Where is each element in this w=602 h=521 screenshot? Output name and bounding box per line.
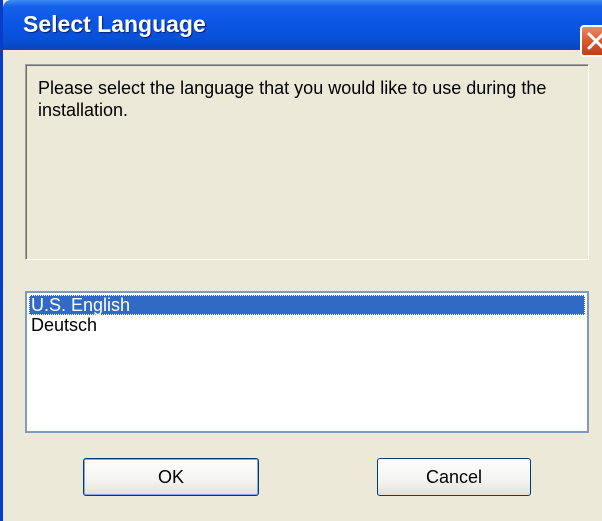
title-bar[interactable]: Select Language: [3, 0, 602, 50]
window-title: Select Language: [23, 11, 206, 37]
instruction-text: Please select the language that you woul…: [38, 78, 547, 120]
language-option-us-english[interactable]: U.S. English: [29, 295, 585, 315]
ok-button[interactable]: OK: [83, 458, 259, 496]
language-option-deutsch[interactable]: Deutsch: [29, 315, 585, 335]
language-list[interactable]: U.S. English Deutsch: [25, 291, 589, 433]
close-icon: [587, 32, 602, 50]
cancel-button[interactable]: Cancel: [377, 458, 531, 496]
select-language-dialog: Select Language Please select the langua…: [0, 0, 602, 521]
close-button[interactable]: [580, 25, 602, 57]
message-panel: Please select the language that you woul…: [25, 64, 589, 260]
